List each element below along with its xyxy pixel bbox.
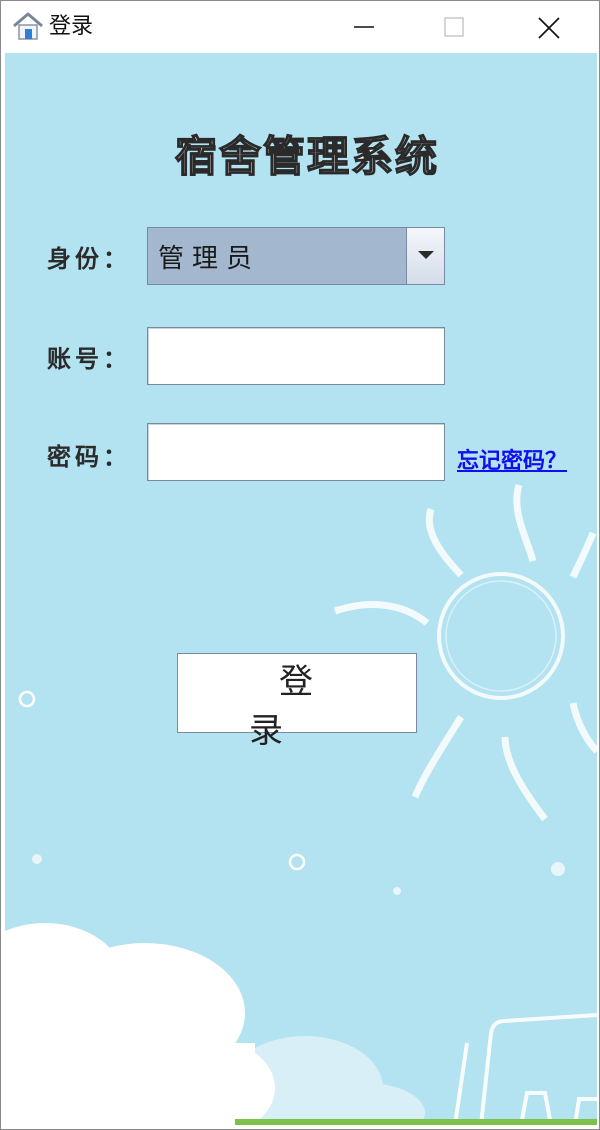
login-panel: 宿舍管理系统 身份： 管理员 账号： 密码： 忘记密码？ 登 录 [5,53,597,1125]
maximize-icon [444,17,464,37]
account-input[interactable] [147,327,445,385]
home-icon [12,11,44,41]
role-select[interactable]: 管理员 [147,227,445,285]
login-window: 登录 宿舍管理系统 身份： 管理员 账号： 密码： 忘记密码？ 登 录 [0,0,600,1130]
maximize-button[interactable] [409,1,499,53]
role-dropdown-button[interactable] [406,228,444,284]
building-illustration [453,1013,597,1125]
account-label: 账号： [47,345,131,373]
system-title: 宿舍管理系统 [174,131,439,182]
password-input[interactable] [147,423,445,481]
close-button[interactable] [499,1,599,53]
minimize-button[interactable] [319,1,409,53]
role-select-value: 管理员 [158,244,261,274]
title-bar[interactable]: 登录 [1,1,599,53]
close-icon [538,17,560,39]
minimize-icon [354,26,374,28]
cloud-illustration [5,923,425,1125]
sun-illustration [333,483,597,822]
password-label: 密码： [47,443,131,471]
background-illustration [5,483,597,1125]
forgot-password-link[interactable]: 忘记密码？ [457,443,567,475]
role-label: 身份： [47,245,131,273]
window-title: 登录 [49,14,94,39]
chevron-down-icon [418,251,434,259]
login-button[interactable]: 登 录 [177,653,417,751]
